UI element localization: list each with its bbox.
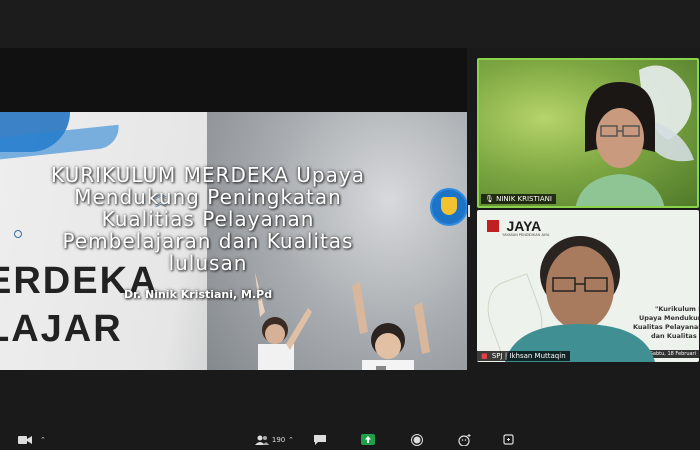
jaya-logo-mark: [487, 219, 499, 232]
child-figure-2: [352, 282, 430, 370]
video-tile-ikhsan[interactable]: JAYA YAYASAN PENDIDIKAN JAYA "Kurikulum …: [477, 210, 699, 362]
share-screen-button[interactable]: [361, 433, 375, 447]
participant-video-ninik: [575, 82, 665, 206]
participants-button[interactable]: 190: [255, 433, 285, 447]
shared-screen: ERDEKA LAJAR ︽︽ ➜ KURIKULUM MERDEKA Upay…: [0, 48, 467, 370]
meeting-toolbar: ⌃ 190 ⌃: [0, 430, 700, 450]
slide-bg-text-belajar: LAJAR: [0, 308, 123, 350]
participant-name: NINIK KRISTIANI: [496, 195, 552, 203]
slide-title-line: Mendukung Peningkatan: [74, 185, 342, 209]
child-figure-1: [255, 272, 312, 370]
video-options-chevron-icon[interactable]: ⌃: [40, 433, 46, 447]
participants-icon: [255, 435, 269, 445]
video-tile-ninik[interactable]: 🎙 NINIK KRISTIANI: [477, 58, 699, 208]
chat-icon: [314, 434, 326, 445]
apps-button[interactable]: [503, 433, 514, 447]
participant-name-tag: 🎙 NINIK KRISTIANI: [481, 194, 556, 204]
participant-name: SPJ | Ikhsan Muttaqin: [491, 352, 566, 360]
slide-title-line: Pembelajaran dan Kualitas: [62, 229, 354, 253]
decorative-circle: [14, 230, 22, 238]
record-icon: [411, 433, 423, 446]
slide-title-line: Kualitias Pelayanan: [101, 207, 315, 231]
share-screen-icon: [361, 434, 375, 445]
video-camera-button[interactable]: [18, 433, 32, 447]
participant-name-tag: ■ SPJ | Ikhsan Muttaqin: [477, 351, 570, 361]
record-button[interactable]: [411, 433, 423, 447]
participant-video-ikhsan: [505, 236, 655, 362]
chat-button[interactable]: [314, 433, 326, 447]
participants-count: 190: [271, 436, 286, 444]
slide-author: Dr. Ninik Kristiani, M.Pd: [124, 288, 273, 301]
microphone-icon: 🎙: [485, 195, 494, 203]
video-camera-icon: [18, 435, 32, 444]
apps-icon: [503, 434, 514, 445]
participants-options-chevron-icon[interactable]: ⌃: [288, 433, 294, 447]
reactions-button[interactable]: [458, 433, 471, 447]
reactions-icon: [458, 433, 471, 447]
tut-wuri-handayani-logo: [430, 188, 467, 226]
mic-muted-icon: ■: [481, 352, 488, 360]
slide-title-line: KURIKULUM MERDEKA Upaya: [51, 163, 365, 187]
top-bar: [0, 0, 700, 48]
slide-title: KURIKULUM MERDEKA Upaya Mendukung Pening…: [28, 164, 388, 274]
panel-resize-handle[interactable]: [468, 205, 470, 217]
slide-title-line: lulusan: [168, 251, 248, 275]
